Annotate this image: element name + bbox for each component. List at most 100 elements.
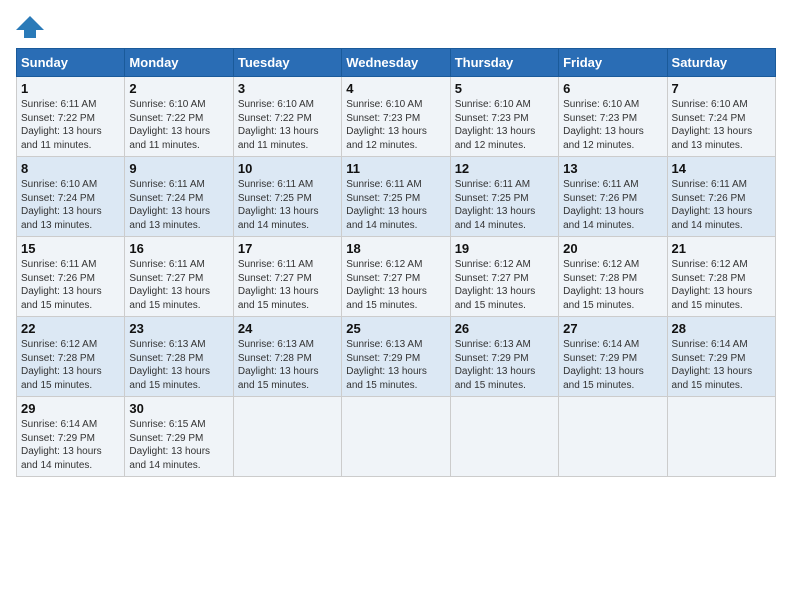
day-detail: Sunrise: 6:11 AMSunset: 7:24 PMDaylight:… (129, 178, 228, 232)
calendar-cell: 17 Sunrise: 6:11 AMSunset: 7:27 PMDayligh… (233, 237, 341, 317)
calendar-cell: 23 Sunrise: 6:13 AMSunset: 7:28 PMDayligh… (125, 317, 233, 397)
header-tuesday: Tuesday (233, 49, 341, 77)
day-number: 24 (238, 321, 337, 336)
week-row-1: 1Sunrise: 6:11 AMSunset: 7:22 PMDaylight… (17, 77, 776, 157)
day-detail: Sunrise: 6:11 AMSunset: 7:25 PMDaylight:… (238, 178, 337, 232)
calendar-cell: 15Sunrise: 6:11 AMSunset: 7:26 PMDayligh… (17, 237, 125, 317)
day-detail: Sunrise: 6:10 AMSunset: 7:23 PMDaylight:… (563, 98, 662, 152)
calendar-cell (559, 397, 667, 477)
day-number: 4 (346, 81, 445, 96)
day-number: 8 (21, 161, 120, 176)
day-detail: Sunrise: 6:13 AMSunset: 7:28 PMDaylight:… (129, 338, 228, 392)
day-number: 28 (672, 321, 771, 336)
day-number: 14 (672, 161, 771, 176)
day-number: 21 (672, 241, 771, 256)
day-number: 20 (563, 241, 662, 256)
calendar-cell: 27 Sunrise: 6:14 AMSunset: 7:29 PMDayligh… (559, 317, 667, 397)
calendar-cell: 14 Sunrise: 6:11 AMSunset: 7:26 PMDayligh… (667, 157, 775, 237)
calendar-cell: 21 Sunrise: 6:12 AMSunset: 7:28 PMDayligh… (667, 237, 775, 317)
day-detail: Sunrise: 6:10 AMSunset: 7:22 PMDaylight:… (129, 98, 228, 152)
day-detail: Sunrise: 6:14 AMSunset: 7:29 PMDaylight:… (21, 418, 120, 472)
calendar-cell: 8 Sunrise: 6:10 AMSunset: 7:24 PMDaylight… (17, 157, 125, 237)
calendar-cell: 4 Sunrise: 6:10 AMSunset: 7:23 PMDaylight… (342, 77, 450, 157)
day-detail: Sunrise: 6:14 AMSunset: 7:29 PMDaylight:… (672, 338, 771, 392)
day-detail: Sunrise: 6:12 AMSunset: 7:28 PMDaylight:… (672, 258, 771, 312)
day-number: 18 (346, 241, 445, 256)
day-detail: Sunrise: 6:10 AMSunset: 7:24 PMDaylight:… (21, 178, 120, 232)
day-number: 1 (21, 81, 120, 96)
calendar-cell: 30Sunrise: 6:15 AMSunset: 7:29 PMDayligh… (125, 397, 233, 477)
calendar-cell: 22 Sunrise: 6:12 AMSunset: 7:28 PMDayligh… (17, 317, 125, 397)
calendar-cell (342, 397, 450, 477)
week-row-3: 15Sunrise: 6:11 AMSunset: 7:26 PMDayligh… (17, 237, 776, 317)
calendar-cell: 3Sunrise: 6:10 AMSunset: 7:22 PMDaylight… (233, 77, 341, 157)
day-detail: Sunrise: 6:11 AMSunset: 7:27 PMDaylight:… (238, 258, 337, 312)
day-detail: Sunrise: 6:13 AMSunset: 7:28 PMDaylight:… (238, 338, 337, 392)
day-number: 19 (455, 241, 554, 256)
week-row-2: 8 Sunrise: 6:10 AMSunset: 7:24 PMDaylight… (17, 157, 776, 237)
calendar-cell: 26Sunrise: 6:13 AMSunset: 7:29 PMDayligh… (450, 317, 558, 397)
day-detail: Sunrise: 6:11 AMSunset: 7:26 PMDaylight:… (672, 178, 771, 232)
day-number: 9 (129, 161, 228, 176)
header-wednesday: Wednesday (342, 49, 450, 77)
day-number: 22 (21, 321, 120, 336)
calendar-header: SundayMondayTuesdayWednesdayThursdayFrid… (17, 49, 776, 77)
calendar-cell: 6 Sunrise: 6:10 AMSunset: 7:23 PMDaylight… (559, 77, 667, 157)
calendar-table: SundayMondayTuesdayWednesdayThursdayFrid… (16, 48, 776, 477)
calendar-cell: 7Sunrise: 6:10 AMSunset: 7:24 PMDaylight… (667, 77, 775, 157)
calendar-cell: 9 Sunrise: 6:11 AMSunset: 7:24 PMDaylight… (125, 157, 233, 237)
calendar-cell: 11 Sunrise: 6:11 AMSunset: 7:25 PMDayligh… (342, 157, 450, 237)
day-number: 2 (129, 81, 228, 96)
day-detail: Sunrise: 6:12 AMSunset: 7:28 PMDaylight:… (563, 258, 662, 312)
calendar-body: 1Sunrise: 6:11 AMSunset: 7:22 PMDaylight… (17, 77, 776, 477)
calendar-cell: 12Sunrise: 6:11 AMSunset: 7:25 PMDayligh… (450, 157, 558, 237)
header-friday: Friday (559, 49, 667, 77)
logo-icon (16, 16, 44, 38)
page-header (16, 16, 776, 38)
day-number: 27 (563, 321, 662, 336)
calendar-cell: 16 Sunrise: 6:11 AMSunset: 7:27 PMDayligh… (125, 237, 233, 317)
calendar-cell: 1Sunrise: 6:11 AMSunset: 7:22 PMDaylight… (17, 77, 125, 157)
day-detail: Sunrise: 6:12 AMSunset: 7:27 PMDaylight:… (346, 258, 445, 312)
day-number: 11 (346, 161, 445, 176)
day-detail: Sunrise: 6:13 AMSunset: 7:29 PMDaylight:… (455, 338, 554, 392)
day-detail: Sunrise: 6:10 AMSunset: 7:23 PMDaylight:… (455, 98, 554, 152)
day-number: 13 (563, 161, 662, 176)
calendar-cell: 25 Sunrise: 6:13 AMSunset: 7:29 PMDayligh… (342, 317, 450, 397)
calendar-cell (233, 397, 341, 477)
calendar-cell: 20 Sunrise: 6:12 AMSunset: 7:28 PMDayligh… (559, 237, 667, 317)
calendar-cell (450, 397, 558, 477)
day-detail: Sunrise: 6:10 AMSunset: 7:23 PMDaylight:… (346, 98, 445, 152)
day-detail: Sunrise: 6:11 AMSunset: 7:26 PMDaylight:… (563, 178, 662, 232)
header-thursday: Thursday (450, 49, 558, 77)
calendar-cell: 19 Sunrise: 6:12 AMSunset: 7:27 PMDayligh… (450, 237, 558, 317)
header-sunday: Sunday (17, 49, 125, 77)
calendar-cell: 18 Sunrise: 6:12 AMSunset: 7:27 PMDayligh… (342, 237, 450, 317)
day-number: 29 (21, 401, 120, 416)
day-number: 6 (563, 81, 662, 96)
day-detail: Sunrise: 6:12 AMSunset: 7:28 PMDaylight:… (21, 338, 120, 392)
calendar-cell: 10 Sunrise: 6:11 AMSunset: 7:25 PMDayligh… (233, 157, 341, 237)
day-number: 23 (129, 321, 228, 336)
day-detail: Sunrise: 6:11 AMSunset: 7:25 PMDaylight:… (346, 178, 445, 232)
day-number: 10 (238, 161, 337, 176)
day-number: 7 (672, 81, 771, 96)
logo (16, 16, 48, 38)
calendar-cell: 5 Sunrise: 6:10 AMSunset: 7:23 PMDaylight… (450, 77, 558, 157)
day-detail: Sunrise: 6:14 AMSunset: 7:29 PMDaylight:… (563, 338, 662, 392)
day-number: 17 (238, 241, 337, 256)
day-detail: Sunrise: 6:11 AMSunset: 7:26 PMDaylight:… (21, 258, 120, 312)
day-number: 16 (129, 241, 228, 256)
day-detail: Sunrise: 6:11 AMSunset: 7:27 PMDaylight:… (129, 258, 228, 312)
day-number: 5 (455, 81, 554, 96)
day-detail: Sunrise: 6:12 AMSunset: 7:27 PMDaylight:… (455, 258, 554, 312)
header-monday: Monday (125, 49, 233, 77)
calendar-cell: 2 Sunrise: 6:10 AMSunset: 7:22 PMDaylight… (125, 77, 233, 157)
day-number: 3 (238, 81, 337, 96)
day-detail: Sunrise: 6:11 AMSunset: 7:25 PMDaylight:… (455, 178, 554, 232)
calendar-cell: 28 Sunrise: 6:14 AMSunset: 7:29 PMDayligh… (667, 317, 775, 397)
day-number: 25 (346, 321, 445, 336)
week-row-5: 29 Sunrise: 6:14 AMSunset: 7:29 PMDayligh… (17, 397, 776, 477)
calendar-cell (667, 397, 775, 477)
day-detail: Sunrise: 6:13 AMSunset: 7:29 PMDaylight:… (346, 338, 445, 392)
